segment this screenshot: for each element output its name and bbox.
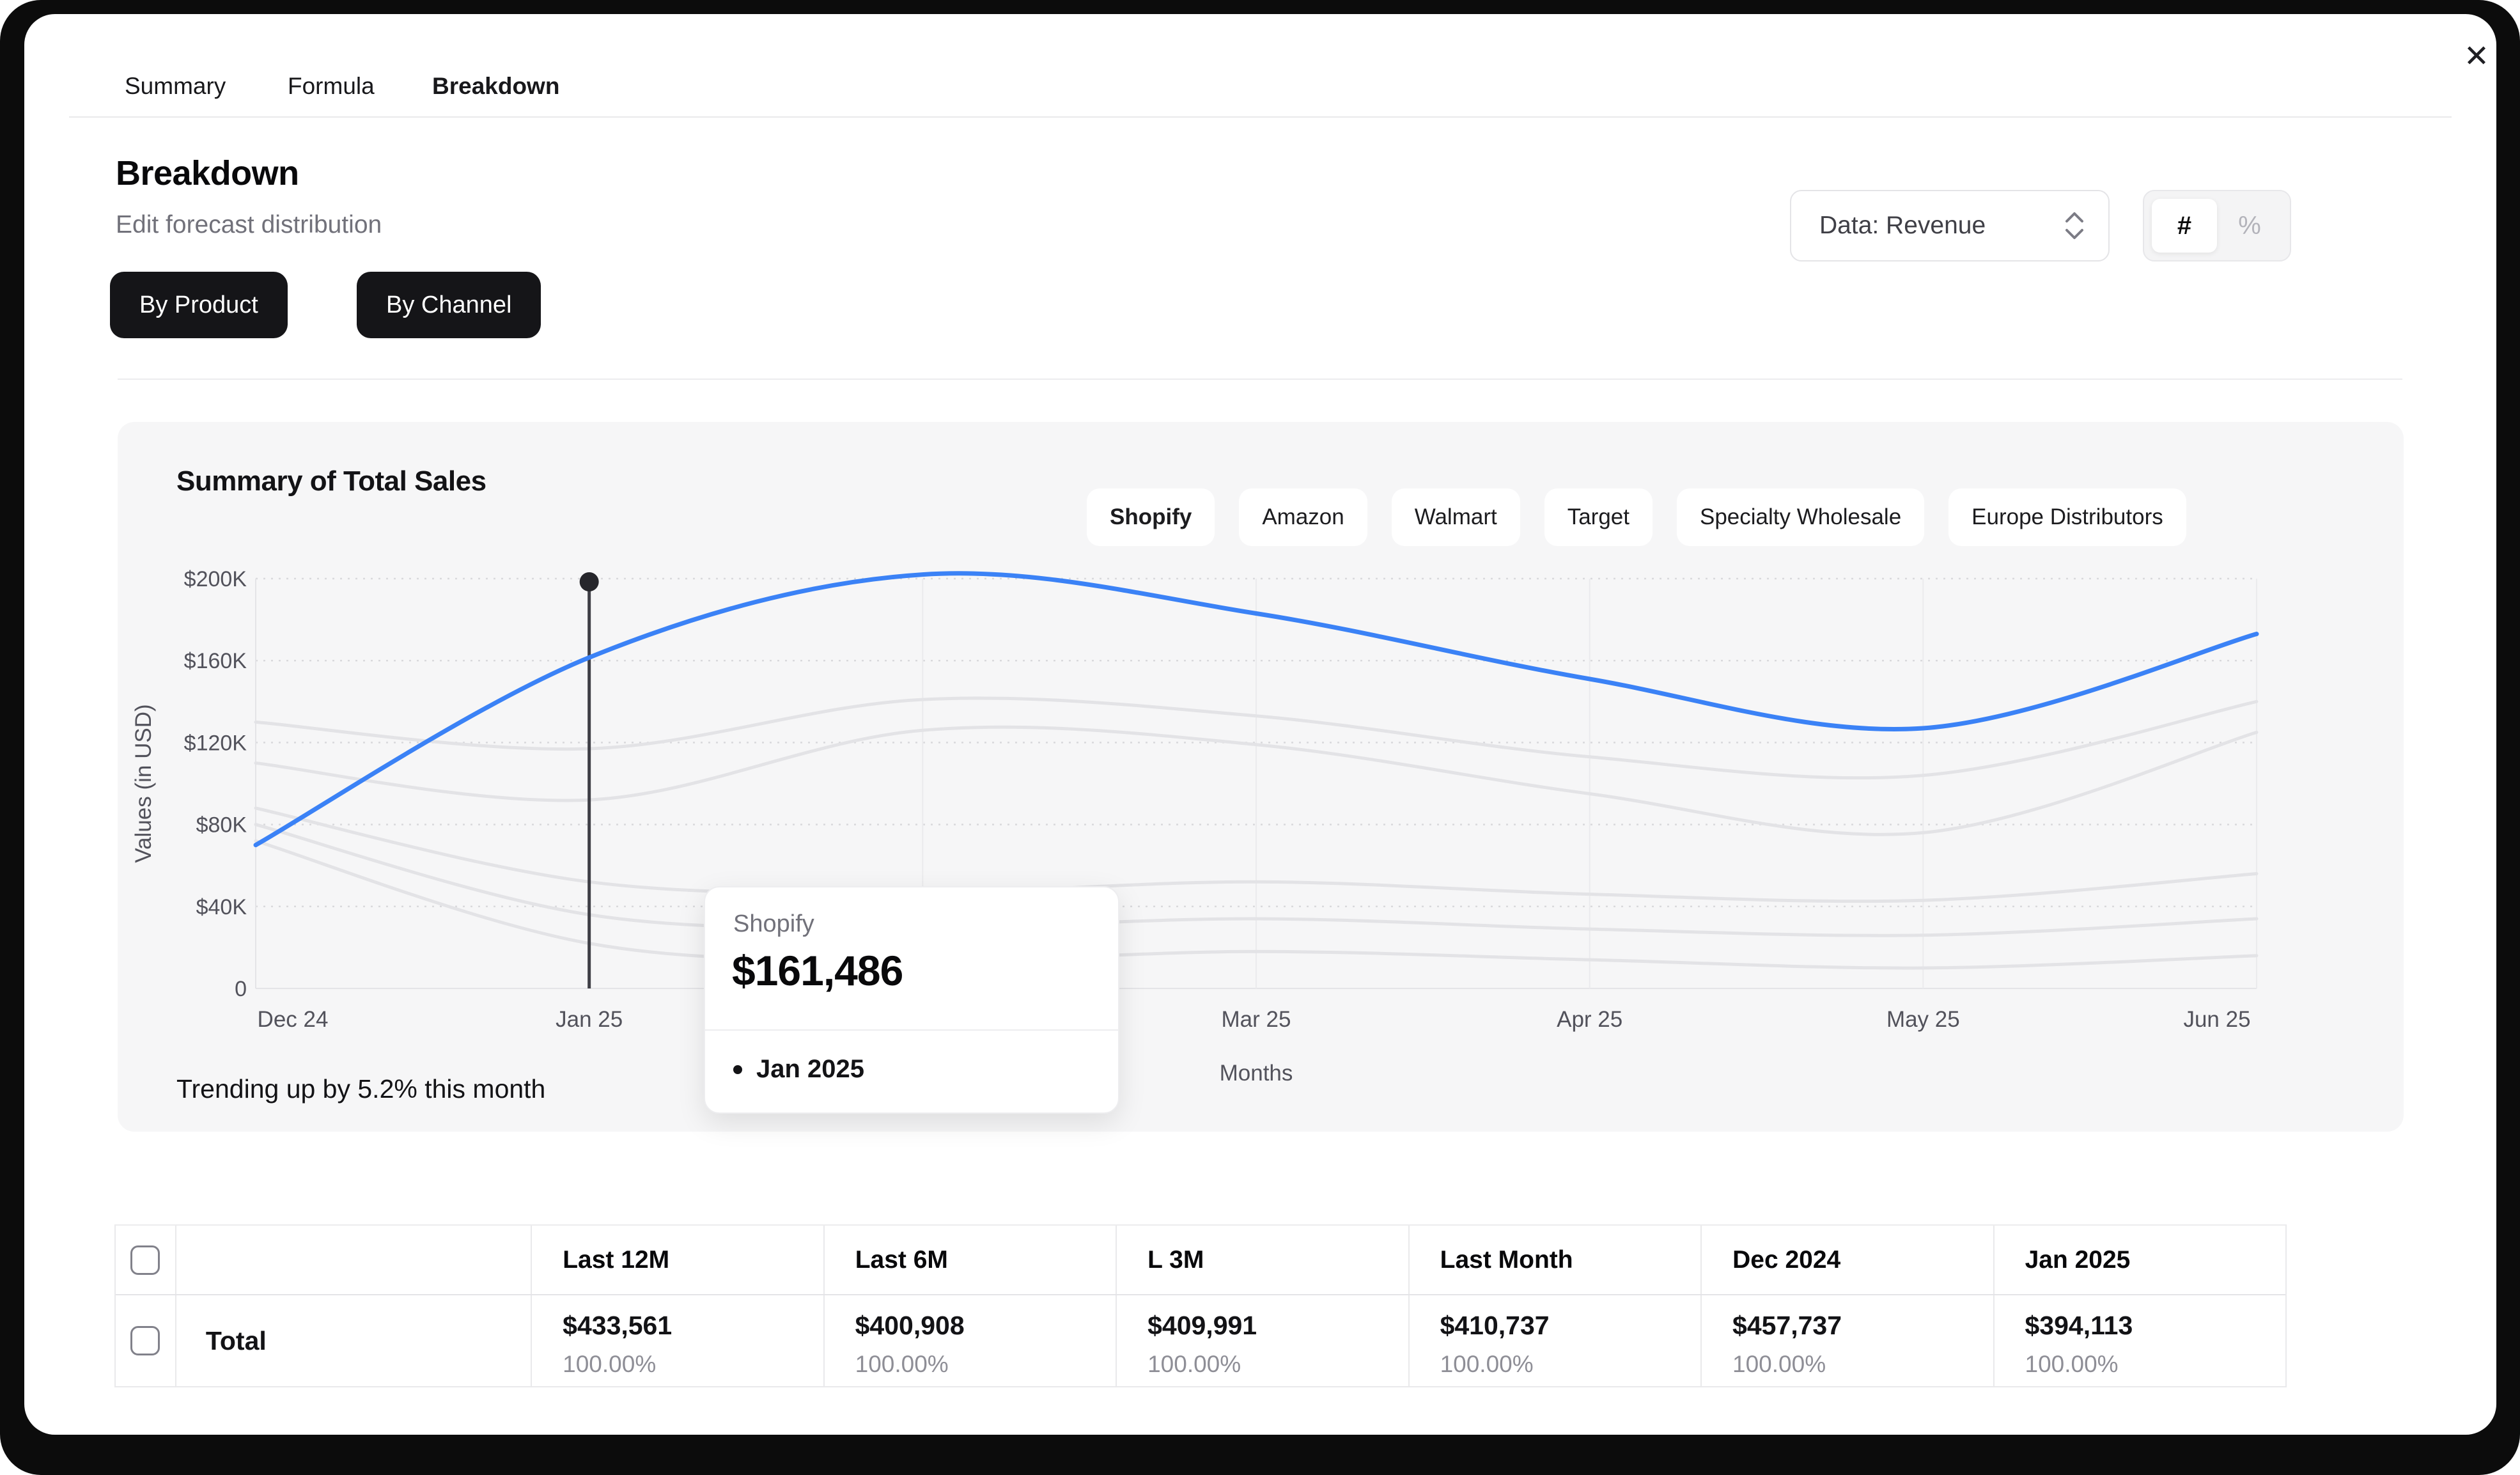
sales-line-chart[interactable]: $200K$160K$120K$80K$40K0Dec 24Jan 25Feb …	[134, 569, 2276, 1100]
column-header: Last 6M	[823, 1226, 1116, 1294]
page-title: Breakdown	[116, 153, 299, 193]
svg-text:$200K: $200K	[184, 569, 247, 591]
value-cell: $433,561 100.00%	[531, 1295, 823, 1386]
chevron-updown-icon	[2065, 212, 2084, 240]
chip-amazon[interactable]: Amazon	[1239, 488, 1367, 546]
svg-text:$40K: $40K	[196, 895, 247, 919]
svg-text:$120K: $120K	[184, 731, 247, 755]
section-divider	[118, 379, 2402, 380]
page-subtitle: Edit forecast distribution	[116, 211, 382, 239]
unit-percent-button[interactable]: %	[2217, 199, 2282, 253]
svg-text:$160K: $160K	[184, 649, 247, 673]
row-label-cell: Total	[175, 1295, 531, 1386]
header-checkbox-cell	[116, 1226, 175, 1294]
data-select[interactable]: Data: Revenue	[1790, 190, 2110, 261]
select-all-checkbox[interactable]	[130, 1245, 160, 1275]
svg-text:Dec 24: Dec 24	[258, 1007, 329, 1032]
svg-text:Values (in USD): Values (in USD)	[134, 704, 156, 862]
tooltip-divider	[705, 1029, 1118, 1031]
unit-number-button[interactable]: #	[2152, 199, 2217, 253]
row-checkbox[interactable]	[130, 1326, 160, 1355]
by-channel-button[interactable]: By Channel	[357, 272, 541, 338]
tooltip-value: $161,486	[732, 946, 903, 995]
column-header: Last 12M	[531, 1226, 823, 1294]
value-cell: $409,991 100.00%	[1116, 1295, 1408, 1386]
chart-card: Summary of Total Sales Shopify Amazon Wa…	[118, 422, 2404, 1132]
tab-formula[interactable]: Formula	[288, 73, 375, 100]
tab-bar: Summary Formula Breakdown	[24, 73, 2496, 116]
svg-text:May 25: May 25	[1886, 1007, 1960, 1032]
column-header: L 3M	[1116, 1226, 1408, 1294]
tab-summary[interactable]: Summary	[125, 73, 226, 100]
chart-tooltip: Shopify $161,486 Jan 2025	[704, 886, 1119, 1114]
value-cell: $394,113 100.00%	[1993, 1295, 2285, 1386]
header-label-cell	[175, 1226, 531, 1294]
column-header: Last Month	[1408, 1226, 1700, 1294]
svg-text:0: 0	[235, 977, 247, 1001]
unit-toggle: # %	[2143, 190, 2291, 261]
chip-specialty-wholesale[interactable]: Specialty Wholesale	[1677, 488, 1924, 546]
column-header: Dec 2024	[1700, 1226, 1993, 1294]
table-row-total: Total $433,561 100.00% $400,908 100.00% …	[116, 1295, 2285, 1387]
bullet-icon	[733, 1065, 742, 1074]
channel-chip-list: Shopify Amazon Walmart Target Specialty …	[1087, 488, 2186, 546]
tooltip-series-label: Shopify	[733, 910, 814, 938]
svg-text:Jun 25: Jun 25	[2183, 1007, 2250, 1032]
svg-text:Jan 25: Jan 25	[556, 1007, 623, 1032]
by-product-button[interactable]: By Product	[110, 272, 288, 338]
svg-text:Apr 25: Apr 25	[1557, 1007, 1622, 1032]
value-cell: $410,737 100.00%	[1408, 1295, 1700, 1386]
value-cell: $400,908 100.00%	[823, 1295, 1116, 1386]
svg-text:Months: Months	[1220, 1061, 1293, 1086]
breakdown-modal: Summary Formula Breakdown ✕ Breakdown Ed…	[24, 14, 2496, 1435]
chip-target[interactable]: Target	[1544, 488, 1653, 546]
chart-title: Summary of Total Sales	[176, 465, 486, 497]
trend-note: Trending up by 5.2% this month	[176, 1074, 545, 1104]
forecast-table: Last 12M Last 6M L 3M Last Month Dec 202…	[114, 1224, 2287, 1387]
row-checkbox-cell	[116, 1295, 175, 1386]
chip-shopify[interactable]: Shopify	[1087, 488, 1215, 546]
chip-europe-distributors[interactable]: Europe Distributors	[1948, 488, 2186, 546]
chip-walmart[interactable]: Walmart	[1392, 488, 1520, 546]
close-icon[interactable]: ✕	[2454, 33, 2496, 79]
tooltip-period: Jan 2025	[756, 1055, 864, 1084]
svg-text:$80K: $80K	[196, 813, 247, 838]
value-cell: $457,737 100.00%	[1700, 1295, 1993, 1386]
table-header-row: Last 12M Last 6M L 3M Last Month Dec 202…	[116, 1226, 2285, 1295]
tab-breakdown[interactable]: Breakdown	[432, 73, 559, 100]
tooltip-period-row: Jan 2025	[733, 1055, 864, 1084]
tab-divider	[69, 116, 2452, 118]
svg-text:Mar 25: Mar 25	[1222, 1007, 1291, 1032]
data-select-label: Data: Revenue	[1819, 212, 1986, 240]
column-header: Jan 2025	[1993, 1226, 2285, 1294]
